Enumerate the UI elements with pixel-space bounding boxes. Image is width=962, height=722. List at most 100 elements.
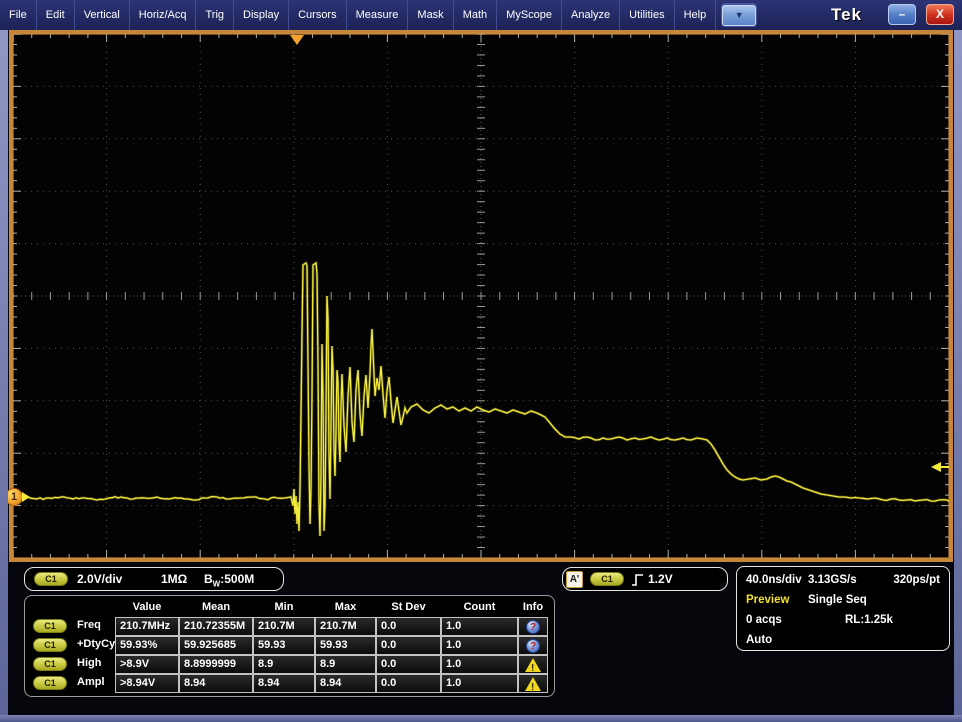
trigger-source-badge: C1: [590, 572, 624, 586]
meas-cell-max: 210.7M: [315, 617, 376, 636]
tek-logo: Tek: [831, 0, 862, 30]
meas-header-mean: Mean: [179, 601, 253, 614]
meas-cell-mean: 59.925685: [179, 636, 253, 655]
menu-item-cursors[interactable]: Cursors: [289, 0, 347, 30]
channel1-reference-arrow-icon: [22, 492, 30, 502]
meas-cell-stdev: 0.0: [376, 674, 441, 693]
acquisition-count: 0 acqs: [746, 614, 782, 626]
measurement-row-ampl: C1Ampl>8.94V8.948.948.940.01.0: [25, 674, 554, 693]
horizontal-line2: Preview Single Seq: [737, 594, 949, 609]
horizontal-readout[interactable]: 40.0ns/div 3.13GS/s 320ps/pt Preview Sin…: [736, 566, 950, 651]
meas-cell-info[interactable]: [518, 655, 548, 674]
meas-header-value: Value: [115, 601, 179, 614]
meas-cell-value: >8.9V: [115, 655, 179, 674]
waveform-trace: [13, 34, 949, 558]
meas-cell-max: 8.94: [315, 674, 376, 693]
window-border-left: [0, 30, 8, 722]
menu-item-display[interactable]: Display: [234, 0, 289, 30]
menu-item-vertical[interactable]: Vertical: [75, 0, 130, 30]
resolution-value: 320ps/pt: [893, 574, 940, 586]
horizontal-line3: 0 acqs RL:1.25k: [737, 614, 949, 629]
menu-item-analyze[interactable]: Analyze: [562, 0, 620, 30]
meas-cell-info[interactable]: ?: [518, 617, 548, 636]
trigger-level-value: 1.2V: [648, 572, 673, 586]
measurement-row-freq: C1Freq210.7MHz210.72355M210.7M210.7M0.01…: [25, 617, 554, 636]
channel-scale: 2.0V/div: [77, 572, 122, 586]
meas-cell-value: 210.7MHz: [115, 617, 179, 636]
menu-item-mask[interactable]: Mask: [408, 0, 453, 30]
channel-bandwidth: BW:500M: [204, 572, 254, 588]
window-border-bottom: [0, 715, 962, 722]
meas-cell-value: >8.94V: [115, 674, 179, 693]
menu-dropdown-button[interactable]: ▼: [722, 5, 756, 26]
preview-status: Preview: [746, 594, 789, 606]
measurement-name: Ampl: [77, 676, 105, 688]
meas-cell-stdev: 0.0: [376, 655, 441, 674]
meas-cell-max: 8.9: [315, 655, 376, 674]
menu-item-measure[interactable]: Measure: [347, 0, 409, 30]
meas-cell-mean: 8.8999999: [179, 655, 253, 674]
measurement-source-badge: C1: [33, 657, 67, 671]
trigger-readout[interactable]: A' C1 1.2V: [562, 567, 728, 591]
meas-cell-count: 1.0: [441, 636, 518, 655]
waveform-display: 1: [9, 30, 953, 562]
warning-icon: [525, 677, 541, 691]
meas-header-min: Min: [253, 601, 315, 614]
measurement-name: High: [77, 657, 101, 669]
channel-badge: C1: [34, 572, 68, 586]
horizontal-line4: Auto: [737, 634, 949, 649]
meas-cell-count: 1.0: [441, 674, 518, 693]
meas-cell-count: 1.0: [441, 617, 518, 636]
meas-cell-mean: 210.72355M: [179, 617, 253, 636]
meas-cell-min: 8.94: [253, 674, 315, 693]
meas-header-info: Info: [518, 601, 548, 614]
meas-cell-value: 59.93%: [115, 636, 179, 655]
meas-header-count: Count: [441, 601, 518, 614]
menu-item-myscope[interactable]: MyScope: [497, 0, 562, 30]
meas-header-stdev: St Dev: [376, 601, 441, 614]
trigger-position-marker[interactable]: [290, 35, 304, 45]
record-length: RL:1.25k: [845, 614, 893, 626]
info-question-icon: ?: [526, 639, 540, 653]
meas-cell-mean: 8.94: [179, 674, 253, 693]
menu-dropdown-wrap: ▼: [721, 3, 757, 27]
sample-rate-value: 3.13GS/s: [808, 574, 857, 586]
meas-cell-min: 8.9: [253, 655, 315, 674]
meas-cell-info[interactable]: ?: [518, 636, 548, 655]
minimize-button[interactable]: –: [888, 4, 916, 25]
chevron-down-icon: ▼: [735, 10, 744, 20]
meas-cell-min: 210.7M: [253, 617, 315, 636]
window-border-right: [954, 30, 962, 722]
meas-header-max: Max: [315, 601, 376, 614]
close-button[interactable]: X: [926, 4, 954, 25]
measurement-source-badge: C1: [33, 638, 67, 652]
menu-item-edit[interactable]: Edit: [37, 0, 75, 30]
measurement-name: Freq: [77, 619, 101, 631]
rising-edge-icon: [631, 572, 644, 588]
menubar-spacer: [757, 0, 831, 30]
menu-item-help[interactable]: Help: [675, 0, 717, 30]
measurement-row-dtycyc: C1+DtyCyc59.93%59.92568559.9359.930.01.0…: [25, 636, 554, 655]
meas-cell-max: 59.93: [315, 636, 376, 655]
oscilloscope-window: FileEditVerticalHoriz/AcqTrigDisplayCurs…: [0, 0, 962, 722]
menu-item-file[interactable]: File: [0, 0, 37, 30]
warning-icon: [525, 658, 541, 672]
measurement-source-badge: C1: [33, 619, 67, 633]
menu-item-math[interactable]: Math: [454, 0, 497, 30]
timebase-value: 40.0ns/div: [746, 574, 802, 586]
trigger-level-arrow-tail: [940, 466, 949, 468]
meas-cell-min: 59.93: [253, 636, 315, 655]
menu-item-horiz-acq[interactable]: Horiz/Acq: [130, 0, 197, 30]
measurement-source-badge: C1: [33, 676, 67, 690]
measurement-table: ValueMeanMinMaxSt DevCountInfo C1 Freq 210.…: [24, 595, 555, 697]
meas-cell-info[interactable]: [518, 674, 548, 693]
menu-bar: FileEditVerticalHoriz/AcqTrigDisplayCurs…: [0, 0, 962, 30]
menu-item-trig[interactable]: Trig: [196, 0, 234, 30]
acquisition-mode: Single Seq: [808, 594, 867, 606]
menu-item-utilities[interactable]: Utilities: [620, 0, 674, 30]
channel-readout[interactable]: C1 2.0V/div 1MΩ BW:500M: [24, 567, 284, 591]
meas-cell-count: 1.0: [441, 655, 518, 674]
channel-impedance: 1MΩ: [161, 572, 187, 586]
trigger-mode: Auto: [746, 634, 772, 646]
meas-cell-stdev: 0.0: [376, 617, 441, 636]
